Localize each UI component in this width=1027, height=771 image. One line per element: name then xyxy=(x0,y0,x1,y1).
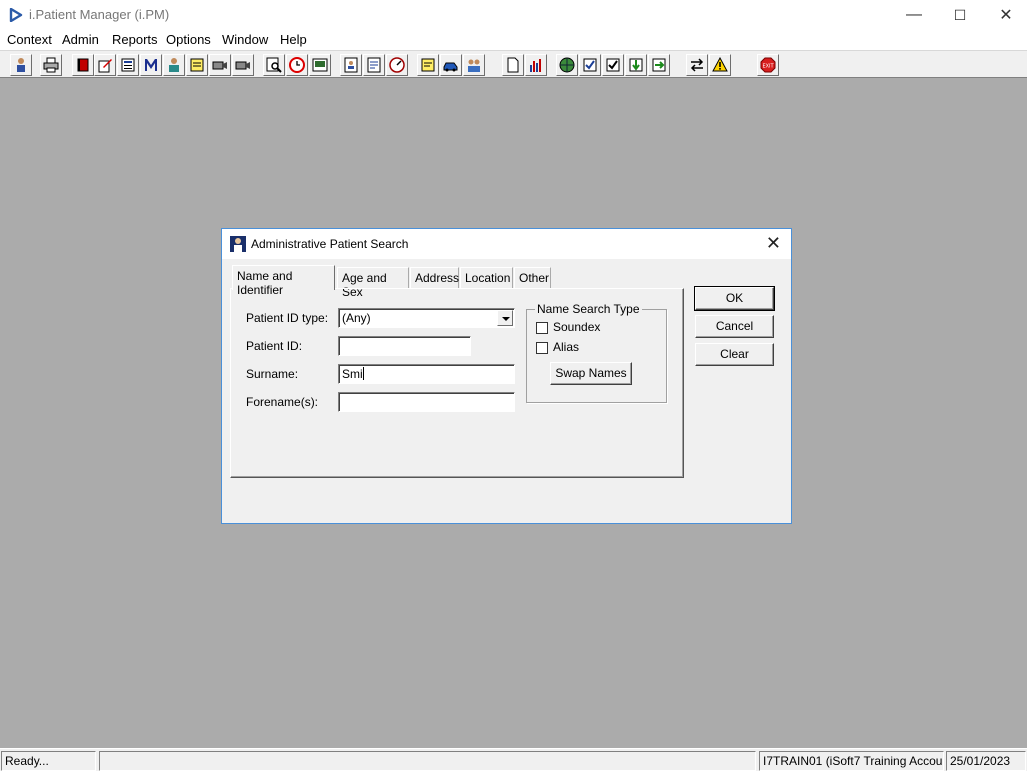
tab-name-and-identifier[interactable]: Name and Identifier xyxy=(232,265,335,297)
surname-value: Smi xyxy=(342,367,363,381)
warning-icon[interactable] xyxy=(709,54,731,76)
cancel-button[interactable]: Cancel xyxy=(695,315,774,338)
red-book-icon[interactable] xyxy=(72,54,94,76)
clock-icon[interactable] xyxy=(286,54,308,76)
patient-search-icon xyxy=(230,236,246,252)
card-icon[interactable] xyxy=(309,54,331,76)
surname-input[interactable]: Smi xyxy=(338,364,515,384)
doctor-icon[interactable] xyxy=(163,54,185,76)
title-bar: i.Patient Manager (i.PM) — ☐ ✕ xyxy=(0,0,1027,30)
yellow-note-icon[interactable] xyxy=(417,54,439,76)
globe-icon[interactable] xyxy=(556,54,578,76)
camera-icon[interactable] xyxy=(209,54,231,76)
check-arrow-icon[interactable] xyxy=(602,54,624,76)
printer-icon[interactable] xyxy=(40,54,62,76)
patient-id-type-label: Patient ID type: xyxy=(246,311,329,325)
menu-reports[interactable]: Reports xyxy=(112,32,158,47)
status-date: 25/01/2023 xyxy=(946,751,1026,771)
tab-other[interactable]: Other xyxy=(514,267,551,289)
name-search-type-label: Name Search Type xyxy=(535,302,642,316)
soundex-checkbox[interactable] xyxy=(536,322,548,334)
surname-label: Surname: xyxy=(246,367,299,381)
minimize-button[interactable]: — xyxy=(891,0,937,30)
document-person-icon[interactable] xyxy=(340,54,362,76)
alias-checkbox[interactable] xyxy=(536,342,548,354)
dialog-title: Administrative Patient Search xyxy=(251,237,409,251)
tab-location[interactable]: Location xyxy=(460,267,513,289)
people-icon[interactable] xyxy=(463,54,485,76)
person-icon[interactable] xyxy=(10,54,32,76)
find-icon[interactable] xyxy=(263,54,285,76)
menu-bar: Context Admin Reports Options Window Hel… xyxy=(0,30,1027,50)
toolbar: EXIT xyxy=(0,50,1027,78)
maximize-button[interactable]: ☐ xyxy=(937,0,983,30)
menu-admin[interactable]: Admin xyxy=(62,32,99,47)
patient-id-type-value: (Any) xyxy=(342,311,371,325)
app-title: i.Patient Manager (i.PM) xyxy=(29,7,170,22)
bar-chart-icon[interactable] xyxy=(525,54,547,76)
name-search-type-group: Name Search Type Soundex Alias Swap Name… xyxy=(526,302,667,403)
menu-options[interactable]: Options xyxy=(166,32,211,47)
document-edit-icon[interactable] xyxy=(363,54,385,76)
patient-id-type-select[interactable]: (Any) xyxy=(338,308,515,328)
menu-context[interactable]: Context xyxy=(7,32,52,47)
forenames-label: Forename(s): xyxy=(246,395,319,409)
pencil-edit-icon[interactable] xyxy=(94,54,116,76)
status-message: Ready... xyxy=(1,751,96,771)
dialog-title-bar: Administrative Patient Search ✕ xyxy=(222,229,791,259)
m-letter-icon[interactable] xyxy=(140,54,162,76)
checklist-icon[interactable] xyxy=(579,54,601,76)
status-account: I7TRAIN01 (iSoft7 Training Account) xyxy=(759,751,944,771)
list-view-icon[interactable] xyxy=(117,54,139,76)
swap-arrows-icon[interactable] xyxy=(686,54,708,76)
exit-icon-label: EXIT xyxy=(762,64,774,70)
close-window-button[interactable]: ✕ xyxy=(983,0,1027,30)
text-caret xyxy=(362,367,364,380)
notepad-icon[interactable] xyxy=(186,54,208,76)
patient-id-label: Patient ID: xyxy=(246,339,303,353)
swap-names-button[interactable]: Swap Names xyxy=(550,362,632,385)
clear-button[interactable]: Clear xyxy=(695,343,774,366)
transfer-arrow-icon[interactable] xyxy=(648,54,670,76)
soundex-label: Soundex xyxy=(553,320,601,334)
dialog-close-icon[interactable]: ✕ xyxy=(766,233,781,254)
forenames-input[interactable] xyxy=(338,392,515,412)
patient-id-input[interactable] xyxy=(338,336,471,356)
status-empty-pane xyxy=(99,751,756,771)
menu-help[interactable]: Help xyxy=(280,32,307,47)
ok-button[interactable]: OK xyxy=(694,286,775,311)
exit-icon[interactable]: EXIT xyxy=(757,54,779,76)
chevron-down-icon[interactable] xyxy=(497,310,513,326)
menu-window[interactable]: Window xyxy=(222,32,268,47)
tab-address[interactable]: Address xyxy=(410,267,459,289)
car-icon[interactable] xyxy=(440,54,462,76)
alias-label: Alias xyxy=(553,340,580,354)
gauge-icon[interactable] xyxy=(386,54,408,76)
app-logo-icon xyxy=(9,8,23,22)
camera-icon[interactable] xyxy=(232,54,254,76)
blank-page-icon[interactable] xyxy=(502,54,524,76)
download-arrow-icon[interactable] xyxy=(625,54,647,76)
patient-search-dialog: Administrative Patient Search ✕ Name and… xyxy=(221,228,792,524)
tab-age-and-sex[interactable]: Age and Sex xyxy=(337,267,409,299)
status-bar: Ready... I7TRAIN01 (iSoft7 Training Acco… xyxy=(0,748,1027,771)
